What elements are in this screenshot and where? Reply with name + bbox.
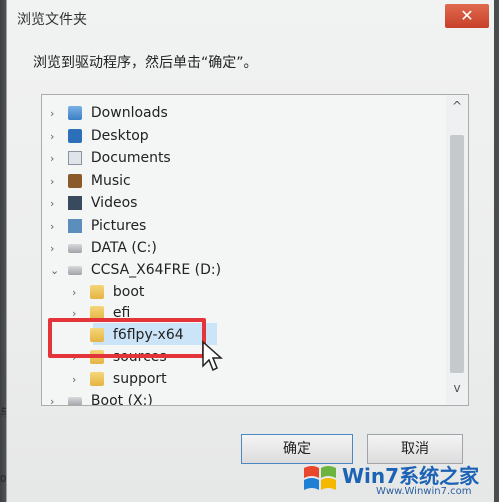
tree-item-documents[interactable]: › Documents: [50, 150, 171, 172]
mouse-cursor-icon: [202, 340, 223, 372]
drive-icon: [68, 243, 83, 253]
desktop-folder-icon: [68, 129, 83, 143]
tree-item-label: Boot (X:): [90, 393, 153, 406]
browse-folder-dialog: 浏览文件夹 ✕ 浏览到驱动程序，然后单击“确定”。 › Downloads › …: [6, 0, 494, 502]
drive-icon: [68, 396, 83, 405]
tree-item-label: Documents: [90, 150, 171, 166]
chevron-right-icon[interactable]: ›: [50, 175, 64, 188]
tree-item-label: Videos: [90, 195, 138, 211]
drive-icon: [68, 265, 83, 275]
instruction-text: 浏览到驱动程序，然后单击“确定”。: [33, 55, 258, 71]
watermark: Win7系统之家 Www.Winwin7.com: [300, 458, 494, 502]
tree-item-ccsa-drive[interactable]: ⌄ CCSA_X64FRE (D:): [50, 262, 221, 284]
tree-item-data-drive[interactable]: › DATA (C:): [50, 240, 157, 262]
watermark-brand: Win7系统之家: [342, 464, 480, 488]
scroll-up-arrow-icon[interactable]: ^: [446, 99, 468, 117]
tree-item-label: Pictures: [90, 218, 147, 234]
tree-item-pictures[interactable]: › Pictures: [50, 218, 146, 240]
documents-folder-icon: [68, 151, 83, 165]
tree-item-label: support: [112, 371, 167, 387]
chevron-right-icon[interactable]: ›: [72, 286, 86, 299]
tree-item-videos[interactable]: › Videos: [50, 195, 137, 217]
folder-icon: [90, 372, 105, 386]
scroll-down-arrow-icon[interactable]: v: [446, 381, 468, 399]
chevron-right-icon[interactable]: ›: [50, 152, 64, 165]
close-button[interactable]: ✕: [445, 4, 489, 28]
folder-icon: [90, 285, 105, 299]
chevron-right-icon[interactable]: ›: [50, 130, 64, 143]
tree-item-label: Downloads: [90, 105, 168, 121]
chevron-right-icon[interactable]: ›: [50, 107, 64, 120]
tree-item-label: boot: [112, 284, 145, 300]
title-bar[interactable]: 浏览文件夹 ✕: [7, 0, 495, 36]
chevron-right-icon[interactable]: ›: [72, 373, 86, 386]
chevron-right-icon[interactable]: ›: [50, 220, 64, 233]
annotation-highlight-box: [48, 318, 206, 358]
tree-item-label: CCSA_X64FRE (D:): [90, 262, 222, 278]
tree-item-label: Desktop: [90, 128, 149, 144]
tree-item-label: DATA (C:): [90, 240, 157, 256]
tree-item-boot[interactable]: › boot: [72, 284, 144, 306]
dialog-title: 浏览文件夹: [17, 12, 87, 28]
chevron-right-icon[interactable]: ›: [50, 395, 64, 406]
vertical-scrollbar[interactable]: ^ v: [446, 95, 468, 405]
tree-item-support[interactable]: › support: [72, 371, 167, 393]
downloads-folder-icon: [68, 106, 83, 120]
tree-item-boot-drive[interactable]: › Boot (X:): [50, 393, 153, 406]
tree-item-downloads[interactable]: › Downloads: [50, 105, 168, 127]
chevron-right-icon[interactable]: ›: [50, 242, 64, 255]
chevron-right-icon[interactable]: ›: [50, 197, 64, 210]
folder-tree[interactable]: › Downloads › Desktop › Documents › Musi…: [41, 94, 469, 406]
tree-item-label: Music: [90, 173, 131, 189]
watermark-url: Www.Winwin7.com: [376, 486, 472, 497]
chevron-down-icon[interactable]: ⌄: [50, 264, 64, 277]
videos-folder-icon: [68, 196, 83, 210]
music-folder-icon: [68, 174, 83, 188]
tree-item-music[interactable]: › Music: [50, 173, 131, 195]
scroll-thumb[interactable]: [450, 135, 464, 373]
windows-logo-icon: [304, 466, 336, 490]
tree-item-desktop[interactable]: › Desktop: [50, 128, 149, 150]
pictures-folder-icon: [68, 219, 83, 233]
